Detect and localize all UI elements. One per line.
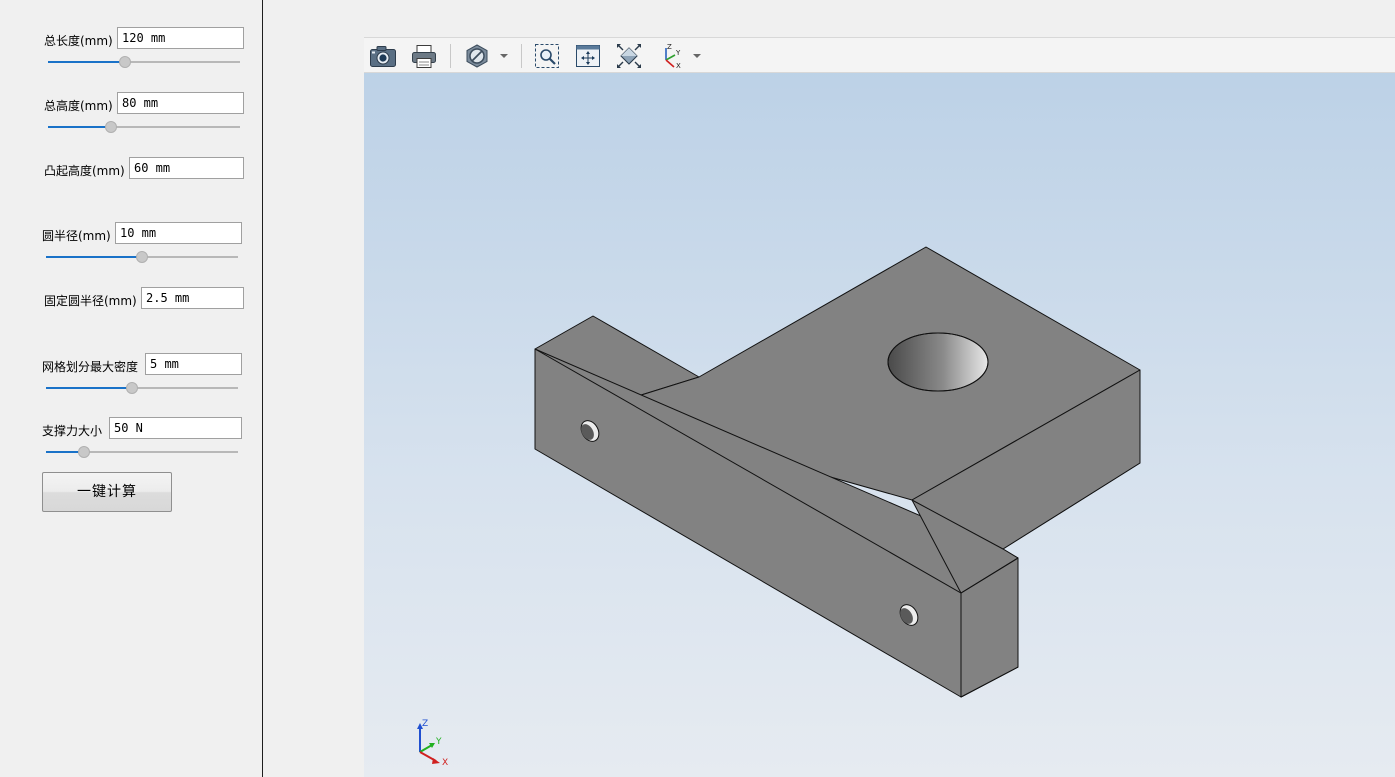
circle-radius-slider-handle[interactable] — [136, 251, 148, 263]
circle-radius-label: 圆半径(mm) — [42, 229, 111, 243]
calculate-button[interactable]: 一键计算 — [42, 472, 172, 512]
support-force-label: 支撑力大小 — [42, 424, 103, 438]
total-length-slider-handle[interactable] — [118, 56, 131, 68]
axis-triad: Z Y X — [417, 719, 448, 767]
model-circle-hole — [887, 332, 989, 392]
support-force-input[interactable] — [109, 417, 242, 439]
total-height-input[interactable] — [117, 92, 244, 114]
circle-radius-slider-fill — [46, 256, 142, 258]
boss-height-input[interactable] — [129, 157, 244, 179]
circle-radius-slider[interactable] — [46, 251, 238, 263]
support-force-slider[interactable] — [46, 446, 238, 458]
total-length-slider[interactable] — [48, 56, 240, 68]
circle-radius-input[interactable] — [115, 222, 242, 244]
boss-height-label: 凸起高度(mm) — [44, 164, 125, 178]
mesh-density-slider-handle[interactable] — [126, 382, 139, 394]
3d-viewer[interactable]: Z Y X Z Y X — [364, 37, 1395, 777]
total-height-slider-handle[interactable] — [105, 121, 118, 133]
mesh-density-slider-fill — [46, 387, 133, 389]
total-height-slider-fill — [48, 126, 112, 128]
triad-y-label: Y — [435, 737, 442, 747]
3d-model[interactable] — [364, 37, 1395, 777]
total-length-label: 总长度(mm) — [44, 34, 113, 48]
mesh-density-slider[interactable] — [46, 382, 238, 394]
parameter-panel: 总长度(mm) 总高度(mm) 凸起高度(mm) 圆半径(mm) 固定圆半径(m… — [0, 0, 263, 777]
total-length-input[interactable] — [117, 27, 244, 49]
mesh-density-label: 网格划分最大密度 — [42, 360, 139, 374]
support-force-slider-handle[interactable] — [78, 446, 91, 458]
fixing-hole-radius-input[interactable] — [141, 287, 244, 309]
mesh-density-input[interactable] — [145, 353, 242, 375]
triad-z-label: Z — [422, 719, 428, 729]
total-height-label: 总高度(mm) — [44, 99, 113, 113]
fixing-hole-radius-label: 固定圆半径(mm) — [44, 294, 137, 308]
triad-x-label: X — [442, 758, 448, 767]
total-height-slider[interactable] — [48, 121, 240, 133]
total-length-slider-fill — [48, 61, 125, 63]
